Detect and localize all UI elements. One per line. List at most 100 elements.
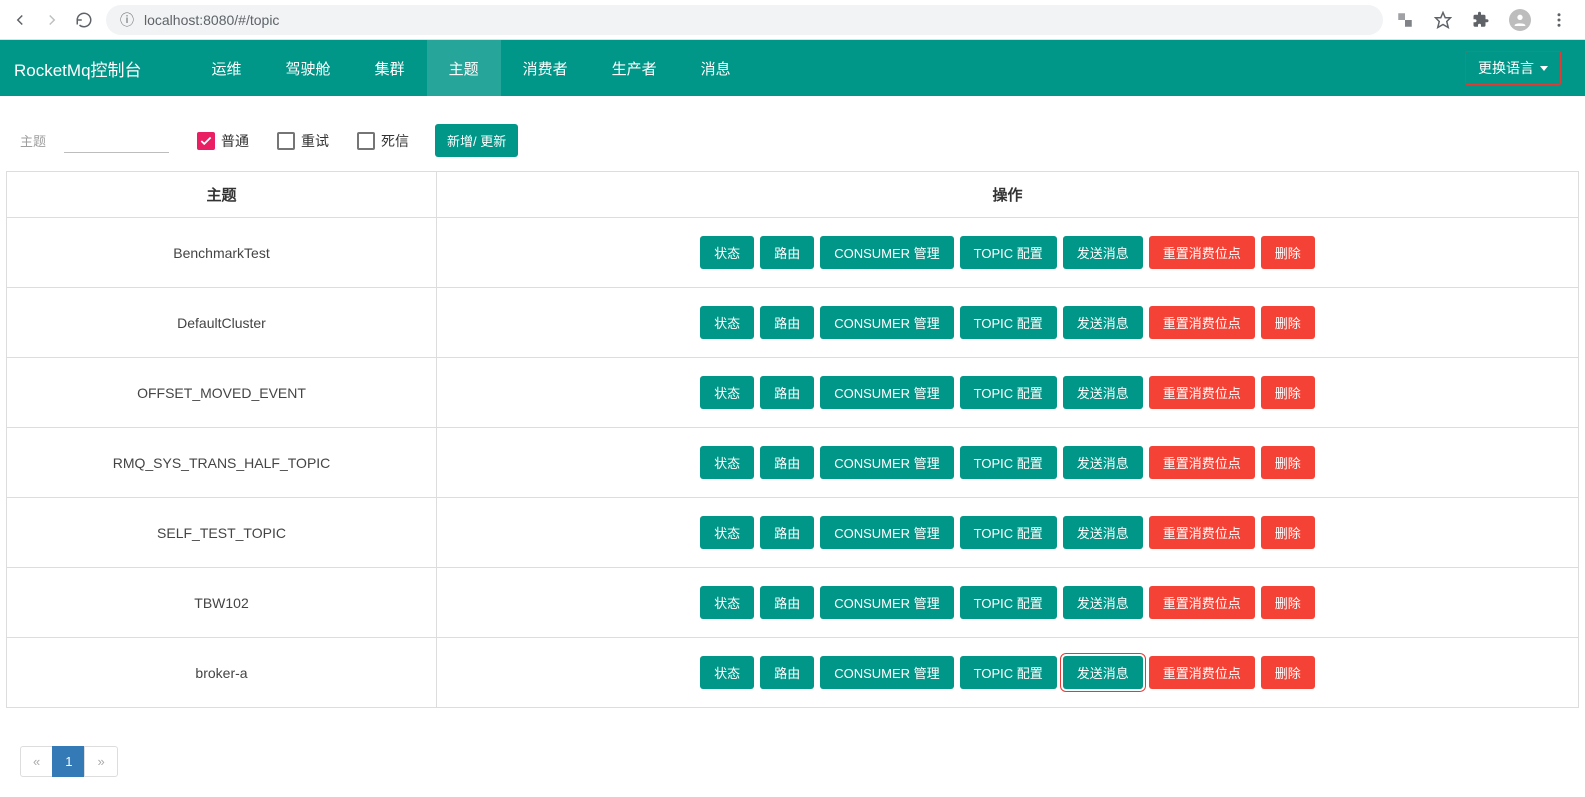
delete-button[interactable]: 删除 <box>1261 656 1315 689</box>
nav-item[interactable]: 生产者 <box>590 40 679 96</box>
table-row: BenchmarkTest状态路由CONSUMER 管理TOPIC 配置发送消息… <box>7 218 1579 288</box>
reload-icon[interactable] <box>74 10 94 30</box>
reset-offset-button[interactable]: 重置消费位点 <box>1149 446 1255 479</box>
topic-filter-input[interactable] <box>64 129 169 153</box>
route-button[interactable]: 路由 <box>760 306 814 339</box>
table-row: OFFSET_MOVED_EVENT状态路由CONSUMER 管理TOPIC 配… <box>7 358 1579 428</box>
topic-config-button[interactable]: TOPIC 配置 <box>960 376 1057 409</box>
nav-item[interactable]: 驾驶舱 <box>264 40 353 96</box>
route-button[interactable]: 路由 <box>760 516 814 549</box>
table-row: SELF_TEST_TOPIC 状态路由CONSUMER 管理TOPIC 配置发送… <box>7 498 1579 568</box>
star-icon[interactable] <box>1433 10 1453 30</box>
topic-config-button[interactable]: TOPIC 配置 <box>960 446 1057 479</box>
consumer-manage-button[interactable]: CONSUMER 管理 <box>820 586 953 619</box>
forward-icon[interactable] <box>42 10 62 30</box>
route-button[interactable]: 路由 <box>760 586 814 619</box>
table-row: DefaultCluster状态路由CONSUMER 管理TOPIC 配置发送消… <box>7 288 1579 358</box>
status-button[interactable]: 状态 <box>700 306 754 339</box>
route-button[interactable]: 路由 <box>760 446 814 479</box>
route-button[interactable]: 路由 <box>760 376 814 409</box>
checkbox-label: 普通 <box>221 131 249 151</box>
consumer-manage-button[interactable]: CONSUMER 管理 <box>820 446 953 479</box>
checkbox-icon <box>357 132 375 150</box>
reset-offset-button[interactable]: 重置消费位点 <box>1149 516 1255 549</box>
language-switch-button[interactable]: 更换语言 <box>1465 51 1561 85</box>
nav-item[interactable]: 主题 <box>427 40 501 96</box>
filter-label: 主题 <box>20 131 46 150</box>
status-button[interactable]: 状态 <box>700 516 754 549</box>
topic-config-button[interactable]: TOPIC 配置 <box>960 586 1057 619</box>
reset-offset-button[interactable]: 重置消费位点 <box>1149 376 1255 409</box>
send-message-button[interactable]: 发送消息 <box>1063 306 1143 339</box>
ops-wrap: 状态路由CONSUMER 管理TOPIC 配置发送消息重置消费位点删除 <box>445 446 1570 479</box>
delete-button[interactable]: 删除 <box>1261 306 1315 339</box>
topic-config-button[interactable]: TOPIC 配置 <box>960 656 1057 689</box>
reset-offset-button[interactable]: 重置消费位点 <box>1149 306 1255 339</box>
checkbox-normal[interactable]: 普通 <box>197 131 249 151</box>
send-message-button[interactable]: 发送消息 <box>1063 236 1143 269</box>
checkbox-dlq[interactable]: 死信 <box>357 131 409 151</box>
profile-icon[interactable] <box>1509 9 1531 31</box>
send-message-button[interactable]: 发送消息 <box>1063 586 1143 619</box>
nav-item[interactable]: 集群 <box>353 40 427 96</box>
page-next[interactable]: » <box>84 746 117 777</box>
send-message-button[interactable]: 发送消息 <box>1063 656 1143 689</box>
nav-item[interactable]: 消费者 <box>501 40 590 96</box>
topic-config-button[interactable]: TOPIC 配置 <box>960 236 1057 269</box>
page-number[interactable]: 1 <box>52 746 85 777</box>
send-message-button[interactable]: 发送消息 <box>1063 376 1143 409</box>
reset-offset-button[interactable]: 重置消费位点 <box>1149 656 1255 689</box>
ops-cell: 状态路由CONSUMER 管理TOPIC 配置发送消息重置消费位点删除 <box>437 358 1579 428</box>
nav-items: 运维驾驶舱集群主题消费者生产者消息 <box>190 40 753 96</box>
consumer-manage-button[interactable]: CONSUMER 管理 <box>820 306 953 339</box>
nav-item[interactable]: 运维 <box>190 40 264 96</box>
delete-button[interactable]: 删除 <box>1261 446 1315 479</box>
add-update-button[interactable]: 新增/ 更新 <box>435 124 518 157</box>
ops-wrap: 状态路由CONSUMER 管理TOPIC 配置发送消息重置消费位点删除 <box>445 236 1570 269</box>
pagination: « 1 » <box>0 708 1585 797</box>
consumer-manage-button[interactable]: CONSUMER 管理 <box>820 516 953 549</box>
reset-offset-button[interactable]: 重置消费位点 <box>1149 586 1255 619</box>
consumer-manage-button[interactable]: CONSUMER 管理 <box>820 236 953 269</box>
delete-button[interactable]: 删除 <box>1261 586 1315 619</box>
ops-cell: 状态路由CONSUMER 管理TOPIC 配置发送消息重置消费位点删除 <box>437 638 1579 708</box>
nav-item[interactable]: 消息 <box>679 40 753 96</box>
status-button[interactable]: 状态 <box>700 236 754 269</box>
checkbox-icon <box>197 132 215 150</box>
status-button[interactable]: 状态 <box>700 376 754 409</box>
brand[interactable]: RocketMq控制台 <box>10 56 160 81</box>
topic-config-button[interactable]: TOPIC 配置 <box>960 516 1057 549</box>
topic-cell: OFFSET_MOVED_EVENT <box>7 358 437 428</box>
status-button[interactable]: 状态 <box>700 446 754 479</box>
checkbox-retry[interactable]: 重试 <box>277 131 329 151</box>
delete-button[interactable]: 删除 <box>1261 516 1315 549</box>
site-info-icon[interactable]: ⓘ <box>120 10 134 30</box>
translate-icon[interactable] <box>1395 10 1415 30</box>
topic-config-button[interactable]: TOPIC 配置 <box>960 306 1057 339</box>
ops-wrap: 状态路由CONSUMER 管理TOPIC 配置发送消息重置消费位点删除 <box>445 376 1570 409</box>
chevron-down-icon <box>1540 66 1548 71</box>
table-row: RMQ_SYS_TRANS_HALF_TOPIC状态路由CONSUMER 管理T… <box>7 428 1579 498</box>
extensions-icon[interactable] <box>1471 10 1491 30</box>
topic-cell: TBW102 <box>7 568 437 638</box>
back-icon[interactable] <box>10 10 30 30</box>
checkbox-icon <box>277 132 295 150</box>
ops-cell: 状态路由CONSUMER 管理TOPIC 配置发送消息重置消费位点删除 <box>437 568 1579 638</box>
consumer-manage-button[interactable]: CONSUMER 管理 <box>820 376 953 409</box>
page-prev[interactable]: « <box>20 746 53 777</box>
delete-button[interactable]: 删除 <box>1261 376 1315 409</box>
kebab-icon[interactable] <box>1549 10 1569 30</box>
route-button[interactable]: 路由 <box>760 236 814 269</box>
delete-button[interactable]: 删除 <box>1261 236 1315 269</box>
status-button[interactable]: 状态 <box>700 656 754 689</box>
table-wrap: 主题 操作 BenchmarkTest状态路由CONSUMER 管理TOPIC … <box>0 171 1585 708</box>
url-bar[interactable]: ⓘ localhost:8080/#/topic <box>106 5 1383 35</box>
route-button[interactable]: 路由 <box>760 656 814 689</box>
topic-cell: SELF_TEST_TOPIC <box>7 498 437 568</box>
reset-offset-button[interactable]: 重置消费位点 <box>1149 236 1255 269</box>
send-message-button[interactable]: 发送消息 <box>1063 446 1143 479</box>
status-button[interactable]: 状态 <box>700 586 754 619</box>
ops-cell: 状态路由CONSUMER 管理TOPIC 配置发送消息重置消费位点删除 <box>437 428 1579 498</box>
send-message-button[interactable]: 发送消息 <box>1063 516 1143 549</box>
consumer-manage-button[interactable]: CONSUMER 管理 <box>820 656 953 689</box>
